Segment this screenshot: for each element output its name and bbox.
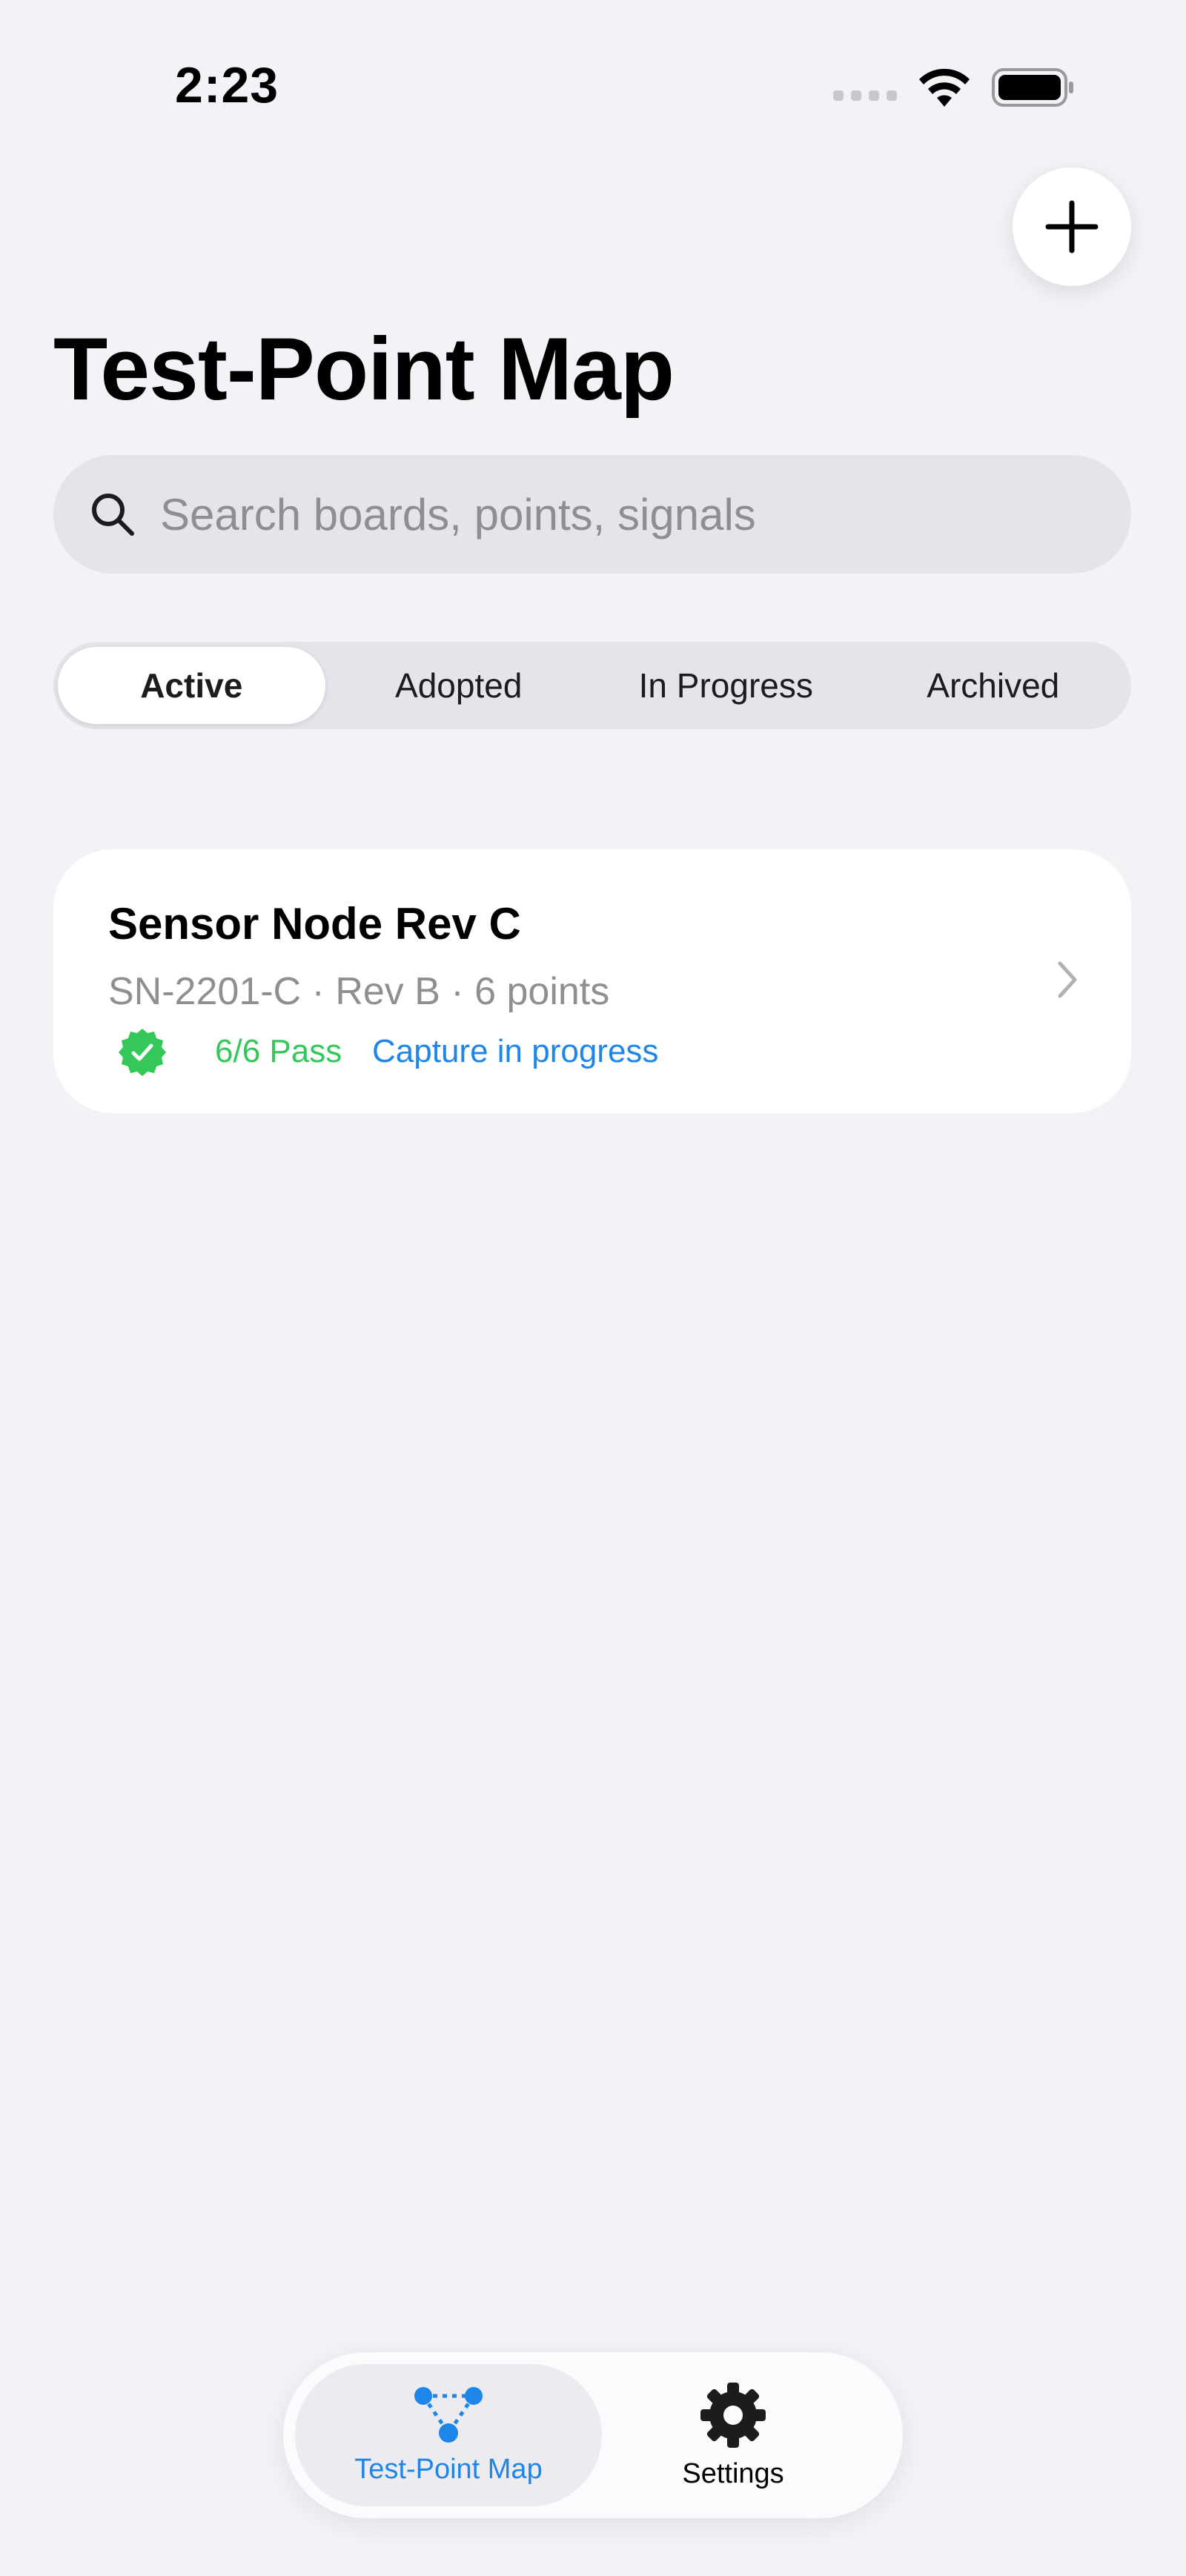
pass-count: 6/6 Pass: [215, 1033, 342, 1069]
tab-label-settings: Settings: [682, 2457, 784, 2489]
checkmark-seal-icon: [119, 1029, 166, 1076]
test-point-network-icon: [414, 2386, 483, 2443]
tab-label-test-point-map: Test-Point Map: [354, 2453, 543, 2485]
cellular-signal-icon: [833, 90, 897, 101]
search-input[interactable]: [159, 488, 1051, 541]
add-board-button[interactable]: [1013, 167, 1131, 286]
status-bar: 2:23: [0, 0, 1186, 148]
segment-active[interactable]: Active: [58, 647, 325, 724]
battery-icon: [992, 68, 1073, 107]
tab-bar: Test-Point Map Settings: [283, 2352, 903, 2518]
tab-settings[interactable]: Settings: [580, 2364, 887, 2506]
wifi-icon: [919, 68, 970, 107]
tab-test-point-map[interactable]: Test-Point Map: [295, 2364, 602, 2506]
capture-status: Capture in progress: [372, 1033, 659, 1069]
segment-in-progress[interactable]: In Progress: [592, 647, 860, 724]
status-time: 2:23: [175, 57, 279, 113]
page-title: Test-Point Map: [53, 319, 675, 419]
board-card[interactable]: Sensor Node Rev C SN-2201-C · Rev B · 6 …: [53, 849, 1131, 1113]
chevron-right-icon: [1058, 961, 1077, 998]
gear-icon: [700, 2382, 766, 2448]
segment-archived[interactable]: Archived: [860, 647, 1127, 724]
segment-adopted[interactable]: Adopted: [325, 647, 593, 724]
plus-icon: [1045, 200, 1099, 253]
status-icons: [833, 67, 1075, 108]
status-filter-segmented-control: Active Adopted In Progress Archived: [53, 642, 1131, 729]
board-subtitle: SN-2201-C · Rev B · 6 points: [108, 970, 610, 1013]
search-icon: [89, 491, 136, 538]
search-bar[interactable]: [53, 455, 1131, 574]
board-title: Sensor Node Rev C: [108, 899, 521, 949]
